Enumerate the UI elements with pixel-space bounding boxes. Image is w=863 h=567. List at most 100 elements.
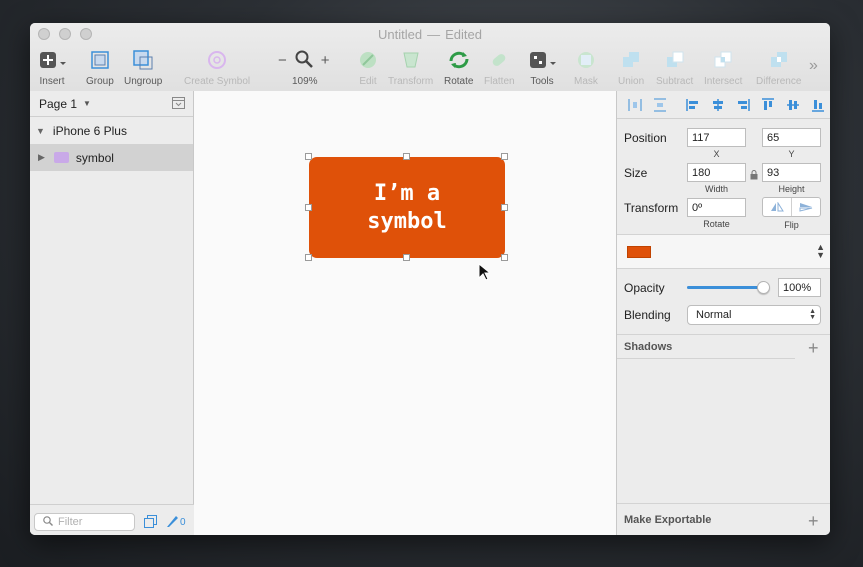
symbol-layer-label: symbol [75, 150, 114, 165]
create-symbol-button[interactable]: Create Symbol [184, 49, 250, 87]
opacity-slider-knob[interactable] [757, 281, 770, 294]
toggle-pages-icon[interactable] [172, 97, 185, 112]
size-label: Size [624, 166, 648, 180]
flip-vertical-icon[interactable] [792, 198, 820, 216]
opacity-label: Opacity [624, 281, 665, 295]
flip-control [762, 197, 821, 217]
distribute-horizontal-icon[interactable] [623, 95, 648, 115]
y-caption: Y [788, 149, 795, 159]
y-field[interactable]: 65 [762, 128, 821, 147]
resize-handle-e[interactable] [501, 204, 508, 211]
layer-artboard[interactable]: ▼ iPhone 6 Plus [30, 117, 193, 144]
slices-indicator[interactable]: 0 [166, 514, 186, 531]
zoom-controls: − + [278, 49, 330, 71]
select-chevron-icon: ▲ ▼ [809, 308, 816, 321]
group-button[interactable]: Group [86, 49, 114, 87]
resize-handle-s[interactable] [403, 254, 410, 261]
blending-select[interactable]: Normal ▲ ▼ [687, 305, 821, 325]
align-right-icon[interactable] [730, 95, 755, 115]
search-icon [43, 515, 53, 529]
position-label: Position [624, 131, 667, 145]
edit-button[interactable]: Edit [358, 49, 378, 87]
opacity-field[interactable]: 100% [778, 278, 821, 297]
resize-handle-ne[interactable] [501, 153, 508, 160]
rotate-caption: Rotate [703, 219, 730, 229]
toolbar-overflow-icon[interactable]: » [809, 57, 818, 75]
app-window: Untitled — Edited Insert Group Ungroup Cre… [30, 23, 830, 535]
x-caption: X [713, 149, 720, 159]
align-center-horizontal-icon[interactable] [705, 95, 730, 115]
resize-handle-se[interactable] [501, 254, 508, 261]
page-selector[interactable]: Page 1 ▼ [30, 91, 193, 117]
height-caption: Height [778, 184, 805, 194]
edit-icon [358, 49, 378, 71]
layer-symbol[interactable]: ▶ symbol [30, 144, 193, 171]
intersect-button[interactable]: Intersect [704, 49, 742, 87]
page-dropdown-icon: ▼ [83, 99, 91, 108]
rotate-icon [447, 49, 471, 71]
document-status: Edited [445, 27, 482, 42]
flatten-icon [489, 49, 509, 71]
zoom-out-button[interactable]: − [278, 52, 287, 69]
distribute-vertical-icon[interactable] [648, 95, 673, 115]
rotate-button[interactable]: Rotate [444, 49, 473, 87]
intersect-icon [713, 49, 733, 71]
symbol-picker-chevron-icon[interactable]: ▲ ▼ [816, 243, 825, 260]
insert-button[interactable]: Insert [38, 49, 66, 87]
symbol-instance-row[interactable]: ▲ ▼ [617, 235, 830, 268]
align-bottom-icon[interactable] [805, 95, 830, 115]
subtract-button[interactable]: Subtract [656, 49, 693, 87]
add-export-button[interactable]: + [808, 512, 819, 530]
inspector-panel: Position 117 65 X Y Size 180 93 Width He… [616, 91, 830, 535]
layers-footer: Filter 0 [30, 504, 194, 535]
align-top-icon[interactable] [755, 95, 780, 115]
window-title: Untitled — Edited [30, 27, 830, 42]
tools-icon [528, 49, 556, 71]
insert-icon [38, 49, 66, 71]
zoom-level: 109% [292, 76, 318, 87]
union-button[interactable]: Union [618, 49, 644, 87]
difference-icon [769, 49, 789, 71]
lock-ratio-icon[interactable] [750, 167, 758, 185]
difference-button[interactable]: Difference [756, 49, 801, 87]
opacity-slider[interactable] [687, 281, 770, 294]
opacity-slider-fill [687, 286, 763, 289]
layers-panel: Page 1 ▼ ▼ iPhone 6 Plus ▶ symbol Filter… [30, 91, 194, 535]
group-icon [90, 49, 110, 71]
flip-caption: Flip [784, 220, 799, 230]
transform-icon [401, 49, 421, 71]
resize-handle-n[interactable] [403, 153, 410, 160]
x-field[interactable]: 117 [687, 128, 746, 147]
transform-button[interactable]: Transform [388, 49, 433, 87]
symbol-instance[interactable]: I’m a symbol [309, 157, 505, 258]
flip-horizontal-icon[interactable] [763, 198, 792, 216]
add-shadow-button[interactable]: + [808, 339, 819, 357]
align-left-icon[interactable] [681, 95, 706, 115]
width-field[interactable]: 180 [687, 163, 746, 182]
filter-input[interactable]: Filter [34, 513, 135, 531]
create-symbol-icon [207, 49, 227, 71]
transform-label: Transform [624, 201, 679, 215]
canvas[interactable]: I’m a symbol [194, 91, 616, 535]
flatten-button[interactable]: Flatten [484, 49, 515, 87]
resize-handle-sw[interactable] [305, 254, 312, 261]
symbol-folder-icon [53, 152, 69, 163]
tools-button[interactable]: Tools [528, 49, 556, 87]
ungroup-button[interactable]: Ungroup [124, 49, 162, 87]
resize-handle-w[interactable] [305, 204, 312, 211]
disclosure-open-icon[interactable]: ▼ [36, 126, 45, 136]
shadows-header: Shadows [624, 341, 673, 353]
subtract-icon [665, 49, 685, 71]
symbol-thumbnail [627, 246, 651, 258]
width-caption: Width [704, 184, 728, 194]
zoom-in-button[interactable]: + [321, 52, 330, 69]
show-artboards-icon[interactable] [144, 515, 157, 533]
mask-button[interactable]: Mask [574, 49, 598, 87]
blending-label: Blending [624, 308, 671, 322]
disclosure-closed-icon[interactable]: ▶ [38, 152, 45, 163]
rotate-field[interactable]: 0º [687, 198, 746, 217]
resize-handle-nw[interactable] [305, 153, 312, 160]
align-middle-icon[interactable] [780, 95, 805, 115]
knife-icon [166, 514, 178, 531]
height-field[interactable]: 93 [762, 163, 821, 182]
